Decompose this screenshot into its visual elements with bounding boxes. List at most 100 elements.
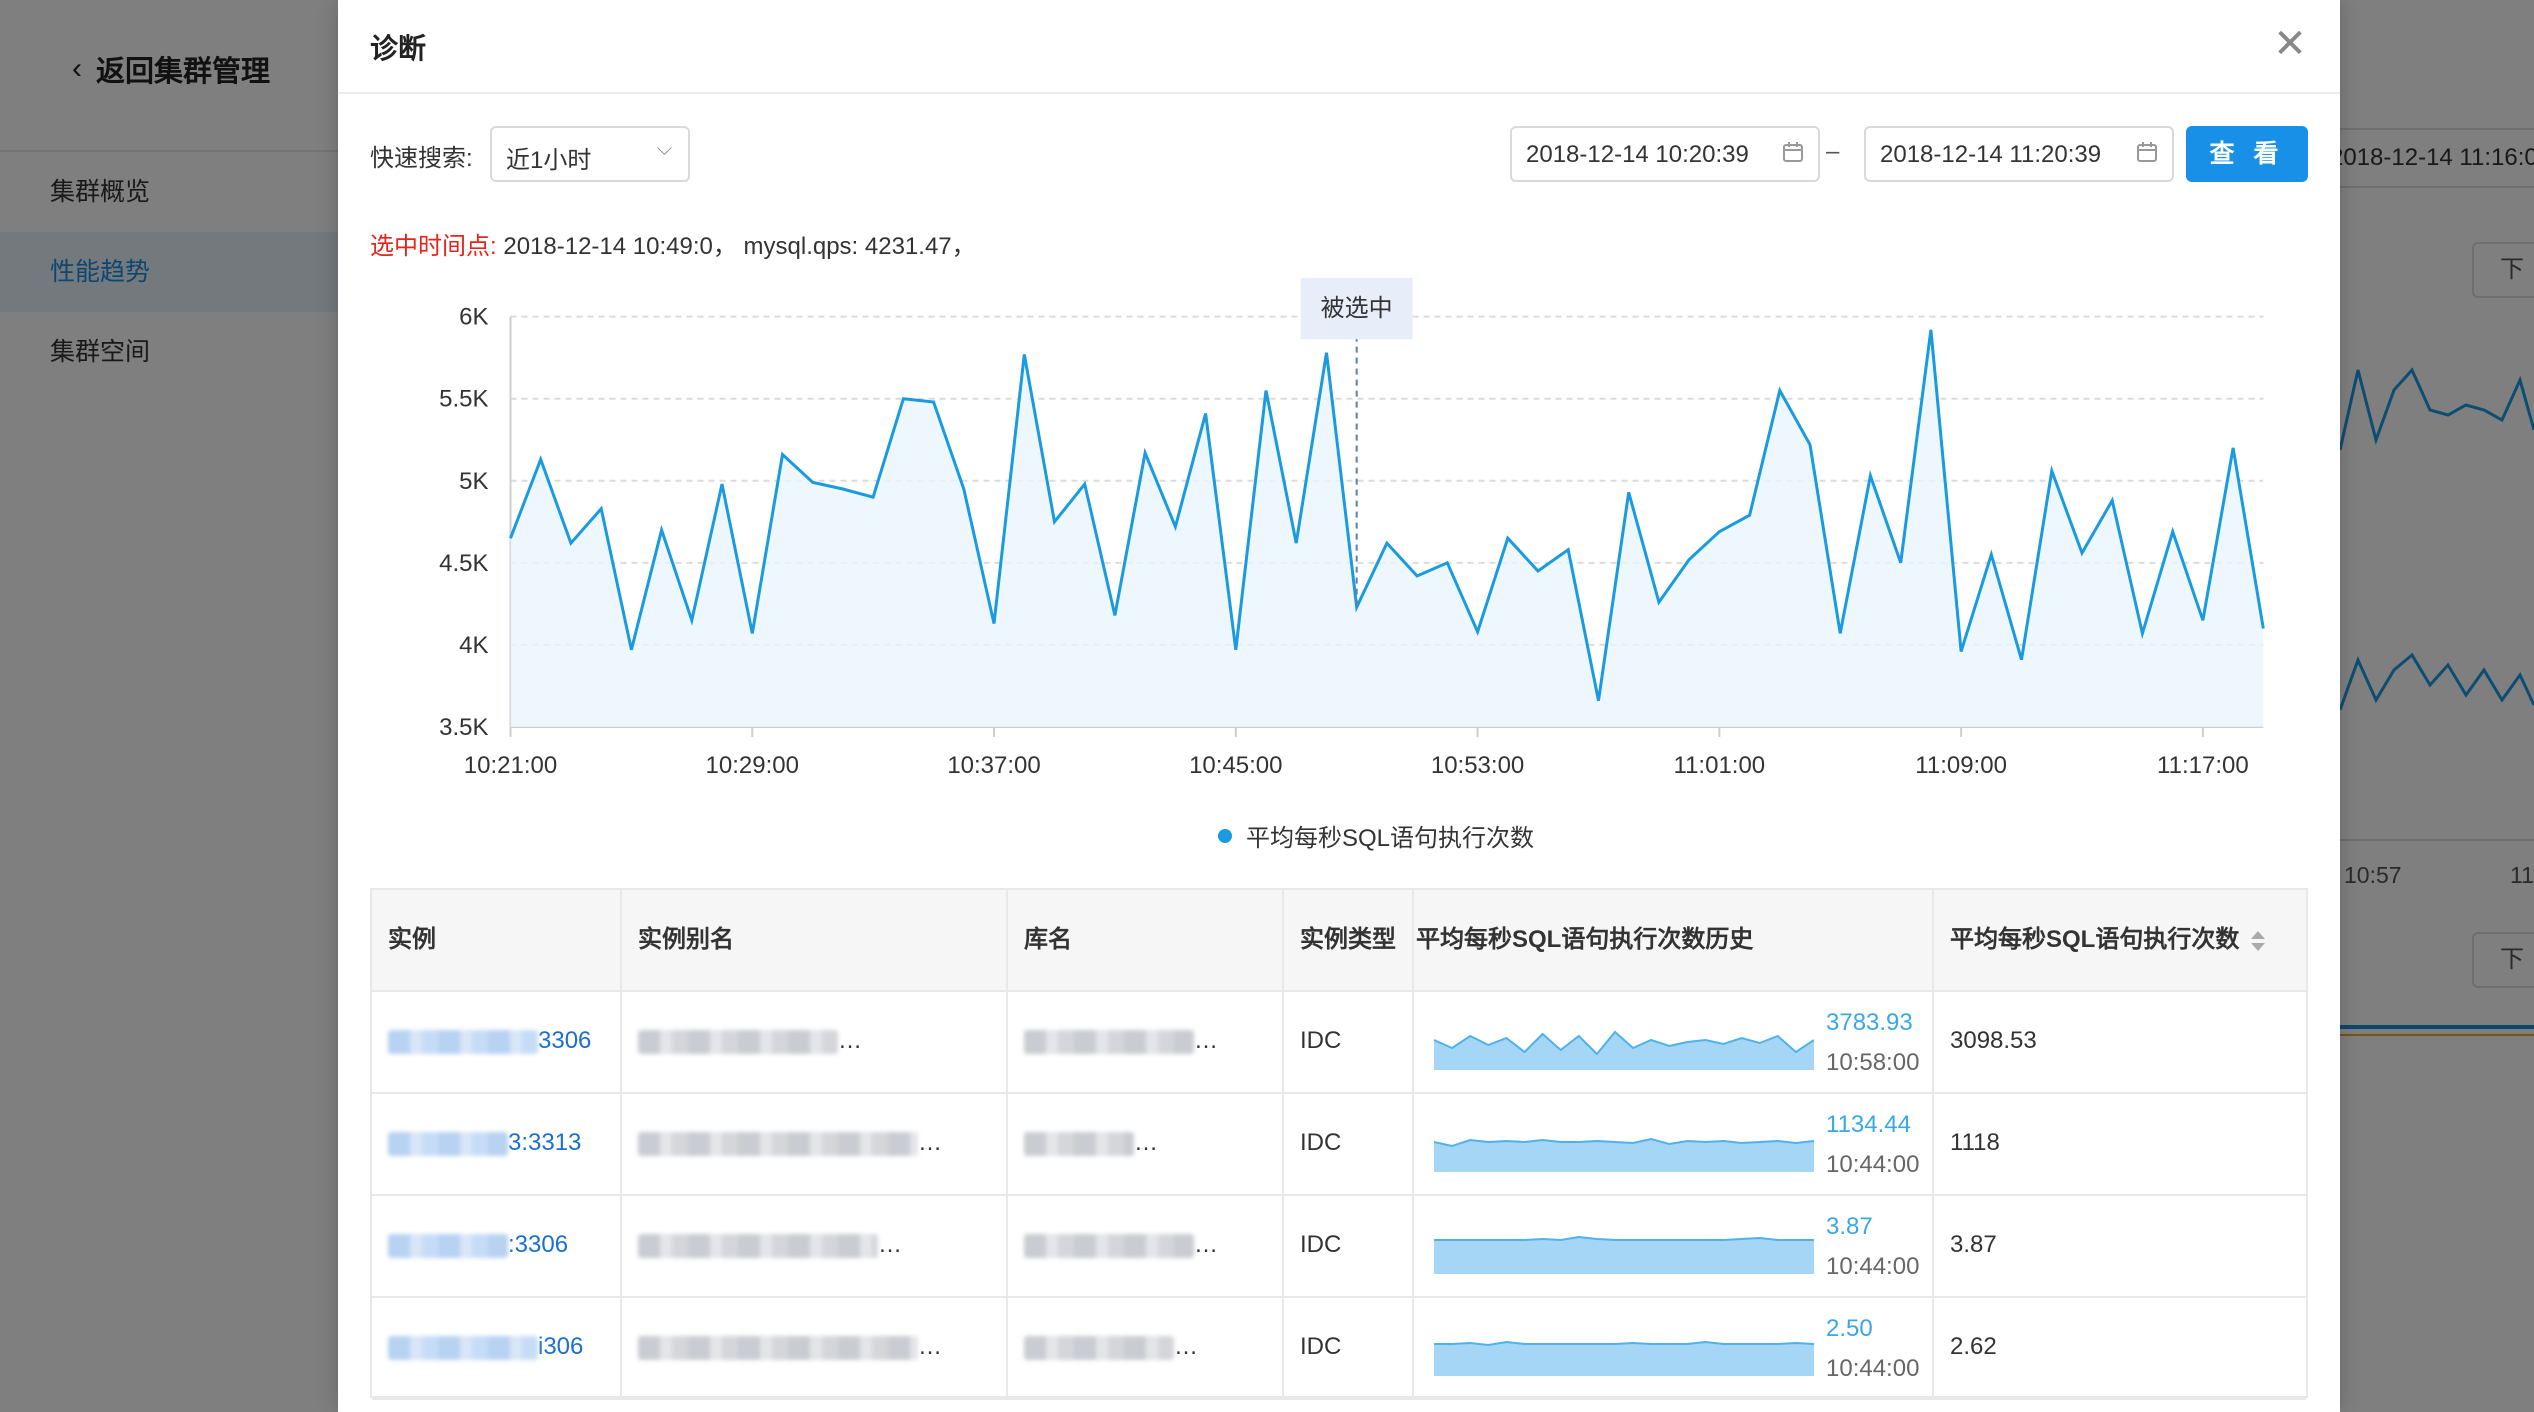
masked-text (638, 1131, 918, 1156)
alias-cell: … (622, 1194, 1008, 1296)
column-db-name: 库名 (1008, 890, 1284, 990)
column-qps[interactable]: 平均每秒SQL语句执行次数 (1934, 890, 2306, 990)
sparkline[interactable] (1434, 1010, 1814, 1070)
masked-text (638, 1335, 918, 1360)
sparkline-peak-value: 1134.44 (1826, 1111, 1911, 1138)
quick-search-select[interactable]: 近1小时 ⌵ (490, 126, 690, 182)
masked-text (638, 1233, 878, 1258)
masked-text (1024, 1029, 1194, 1054)
sparkline-area (1434, 1032, 1814, 1070)
selected-point-text: 2018-12-14 10:49:0， mysql.qps: 4231.47， (503, 233, 976, 260)
instance-port: 3:3313 (508, 1129, 582, 1156)
selected-point-info: 选中时间点: 2018-12-14 10:49:0， mysql.qps: 42… (370, 226, 976, 261)
sparkline[interactable] (1434, 1316, 1814, 1376)
instance-link[interactable]: 3:3313 (372, 1092, 622, 1194)
table-row: 3306…… IDC 3783.93 10:58:00 3098.53 (372, 990, 2306, 1094)
x-tick-label: 10:29:00 (706, 752, 799, 779)
y-tick-label: 4K (459, 632, 488, 659)
modal-header: 诊断 ✕ (338, 0, 2340, 94)
instance-port: i306 (538, 1333, 584, 1360)
instance-link[interactable]: 3306 (372, 990, 622, 1092)
type-cell: IDC (1284, 1296, 1414, 1398)
sparkline-peak-time: 10:44:00 (1826, 1151, 1920, 1178)
history-cell: 3.87 10:44:00 (1414, 1194, 1934, 1296)
end-time-value: 2018-12-14 11:20:39 (1880, 141, 2102, 168)
y-tick-label: 5K (459, 468, 488, 495)
sparkline-area (1434, 1237, 1814, 1274)
qps-cell: 1118 (1950, 1129, 2000, 1156)
column-qps-history: 平均每秒SQL语句执行次数历史 (1414, 890, 1934, 990)
calendar-icon (2137, 142, 2157, 162)
db-name-cell: … (1008, 1194, 1284, 1296)
qps-line-chart[interactable]: 6K 5.5K 5K 4.5K 4K 3.5K 10:21:00 10:29:00 10:37:… (338, 260, 2340, 800)
legend-dot (1218, 828, 1232, 843)
end-time-input[interactable]: 2018-12-14 11:20:39 (1864, 126, 2174, 182)
instance-link[interactable]: i306 (372, 1296, 622, 1398)
sparkline-peak-time: 10:44:00 (1826, 1355, 1920, 1382)
type-cell: IDC (1284, 1194, 1414, 1296)
selected-point-label: 选中时间点: (370, 233, 497, 260)
calendar-icon (1783, 142, 1803, 162)
masked-text (388, 1335, 538, 1360)
x-tick-label: 11:09:00 (1915, 752, 2007, 779)
y-tick-label: 5.5K (439, 386, 488, 413)
qps-cell: 3.87 (1950, 1231, 1997, 1258)
sparkline-area (1434, 1139, 1814, 1172)
column-instance-type: 实例类型 (1284, 890, 1414, 990)
view-button[interactable]: 查 看 (2186, 126, 2308, 182)
alias-cell: … (622, 1296, 1008, 1398)
series-area (510, 329, 2264, 727)
sort-icon[interactable] (2251, 930, 2266, 951)
y-tick-label: 6K (459, 304, 488, 331)
column-instance: 实例 (372, 890, 622, 990)
chart-legend[interactable]: 平均每秒SQL语句执行次数 (1218, 818, 1534, 853)
instance-port: :3306 (508, 1231, 569, 1258)
sparkline-peak-time: 10:44:00 (1826, 1253, 1920, 1280)
x-tick-label: 11:17:00 (2157, 752, 2249, 779)
quick-search-value: 近1小时 (506, 147, 592, 174)
modal-title: 诊断 (370, 33, 427, 64)
masked-text (1024, 1335, 1174, 1360)
legend-label: 平均每秒SQL语句执行次数 (1246, 825, 1535, 852)
masked-text (388, 1131, 508, 1156)
type-cell: IDC (1284, 1092, 1414, 1194)
sparkline-peak-value: 2.50 (1826, 1315, 1873, 1342)
range-separator: – (1826, 138, 1840, 165)
selected-marker-label: 被选中 (1321, 295, 1393, 322)
table-header: 实例 实例别名 库名 实例类型 平均每秒SQL语句执行次数历史 平均每秒SQL语… (372, 890, 2306, 992)
x-tick-label: 10:53:00 (1431, 752, 1524, 779)
sparkline-peak-value: 3.87 (1826, 1213, 1873, 1240)
chevron-down-icon: ⌵ (656, 138, 672, 160)
start-time-input[interactable]: 2018-12-14 10:20:39 (1510, 126, 1820, 182)
db-name-cell: … (1008, 990, 1284, 1092)
sparkline-peak-time: 10:58:00 (1826, 1049, 1920, 1076)
close-icon[interactable]: ✕ (2268, 22, 2312, 66)
db-name-cell: … (1008, 1092, 1284, 1194)
alias-cell: … (622, 990, 1008, 1092)
table-row: i306…… IDC 2.50 10:44:00 2.62 (372, 1296, 2306, 1400)
sparkline[interactable] (1434, 1214, 1814, 1274)
quick-search-label: 快速搜索: (370, 145, 473, 172)
table-row: 3:3313…… IDC 1134.44 10:44:00 1118 (372, 1092, 2306, 1196)
start-time-value: 2018-12-14 10:20:39 (1526, 141, 1749, 168)
x-tick-label: 10:45:00 (1189, 752, 1282, 779)
diagnosis-modal: 诊断 ✕ 快速搜索: 近1小时 ⌵ 2018-12-14 10:20:39 – … (338, 0, 2340, 1412)
column-qps-label: 平均每秒SQL语句执行次数 (1950, 926, 2240, 953)
x-tick-label: 11:01:00 (1674, 752, 1766, 779)
y-tick-label: 4.5K (439, 550, 488, 577)
masked-text (388, 1029, 538, 1054)
masked-text (388, 1233, 508, 1258)
sparkline[interactable] (1434, 1112, 1814, 1172)
masked-text (1024, 1233, 1194, 1258)
sparkline-area (1434, 1342, 1814, 1376)
masked-text (1024, 1131, 1134, 1156)
history-cell: 2.50 10:44:00 (1414, 1296, 1934, 1398)
table-row: :3306…… IDC 3.87 10:44:00 3.87 (372, 1194, 2306, 1298)
column-alias: 实例别名 (622, 890, 1008, 990)
db-name-cell: … (1008, 1296, 1284, 1398)
qps-cell: 3098.53 (1950, 1027, 2037, 1054)
history-cell: 1134.44 10:44:00 (1414, 1092, 1934, 1194)
instance-link[interactable]: :3306 (372, 1194, 622, 1296)
y-tick-label: 3.5K (439, 714, 488, 741)
instance-table: 实例 实例别名 库名 实例类型 平均每秒SQL语句执行次数历史 平均每秒SQL语… (370, 888, 2308, 1400)
